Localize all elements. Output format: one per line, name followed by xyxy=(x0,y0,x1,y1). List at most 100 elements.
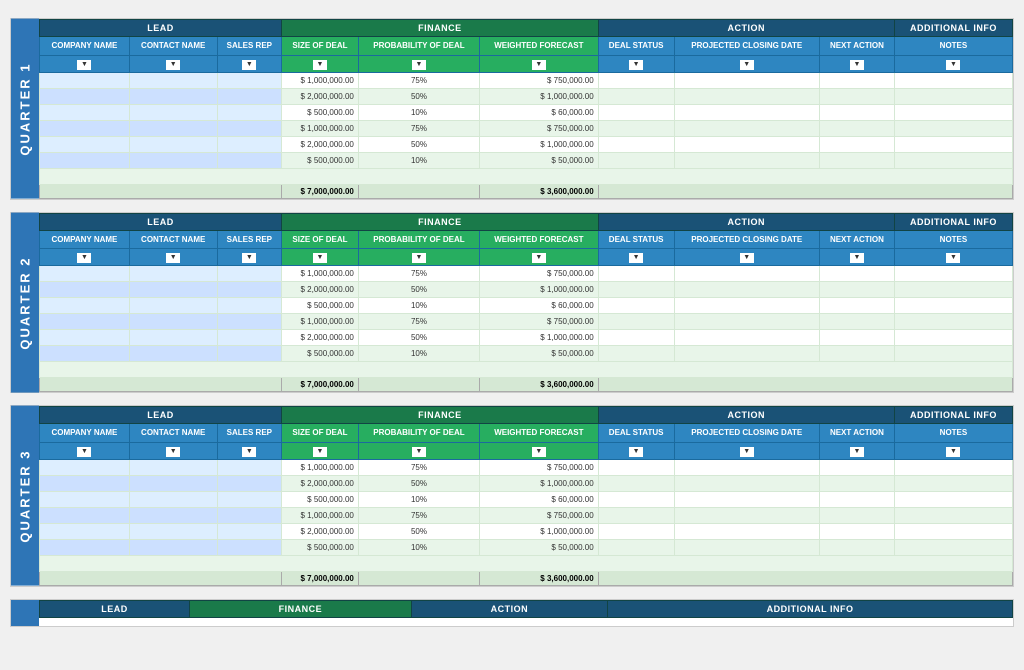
filter-dropdown-col1[interactable]: ▼ xyxy=(166,253,180,263)
sales-rep-cell xyxy=(217,491,281,507)
prob-deal-cell: 10% xyxy=(358,104,479,120)
size-deal-header: SIZE OF DEAL xyxy=(282,424,359,443)
deal-status-cell xyxy=(598,298,674,314)
col-header-row-q3: COMPANY NAME CONTACT NAME SALES REP SIZE… xyxy=(40,424,1013,443)
company-name-cell xyxy=(40,346,130,362)
addinfo-section-header: ADDITIONAL INFO xyxy=(894,213,1012,230)
filter-dropdown-col8[interactable]: ▼ xyxy=(850,447,864,457)
filter-dropdown-col1[interactable]: ▼ xyxy=(166,447,180,457)
projected-closing-cell xyxy=(674,491,819,507)
sales-rep-cell xyxy=(217,120,281,136)
filter-dropdown-col3[interactable]: ▼ xyxy=(313,60,327,70)
size-deal-cell: $ 500,000.00 xyxy=(282,152,359,168)
sales-rep-header: SALES REP xyxy=(217,37,281,56)
data-row-q2-r2: $ 2,000,000.00 50% $ 1,000,000.00 xyxy=(40,282,1013,298)
next-action-cell xyxy=(819,120,894,136)
weighted-cell: $ 750,000.00 xyxy=(480,120,599,136)
filter-dropdown-col9[interactable]: ▼ xyxy=(946,447,960,457)
weighted-cell: $ 750,000.00 xyxy=(480,266,599,282)
contact-name-cell xyxy=(129,346,217,362)
projected-closing-cell xyxy=(674,314,819,330)
next-action-header: NEXT ACTION xyxy=(819,424,894,443)
weighted-cell: $ 750,000.00 xyxy=(480,314,599,330)
contact-name-cell xyxy=(129,104,217,120)
filter-dropdown-col8[interactable]: ▼ xyxy=(850,253,864,263)
filter-dropdown-col7[interactable]: ▼ xyxy=(740,447,754,457)
filter-dropdown-col7[interactable]: ▼ xyxy=(740,253,754,263)
deal-status-cell xyxy=(598,346,674,362)
action-section-header: ACTION xyxy=(598,407,894,424)
projected-closing-cell xyxy=(674,104,819,120)
filter-dropdown-col3[interactable]: ▼ xyxy=(313,447,327,457)
prob-deal-cell: 10% xyxy=(358,539,479,555)
deal-status-cell xyxy=(598,539,674,555)
notes-cell xyxy=(894,120,1012,136)
filter-dropdown-col4[interactable]: ▼ xyxy=(412,60,426,70)
next-action-cell xyxy=(819,539,894,555)
filter-dropdown-col3[interactable]: ▼ xyxy=(313,253,327,263)
notes-cell xyxy=(894,330,1012,346)
filter-dropdown-col6[interactable]: ▼ xyxy=(629,253,643,263)
size-deal-header: SIZE OF DEAL xyxy=(282,230,359,249)
filter-row-q2[interactable]: ▼ ▼ ▼ ▼ ▼ ▼ ▼ ▼ ▼ ▼ xyxy=(40,249,1013,266)
filter-dropdown-col4[interactable]: ▼ xyxy=(412,447,426,457)
lead-section-header: LEAD xyxy=(40,407,282,424)
quarter-3-block: QUARTER 3 LEAD FINANCE ACTION ADDITIONAL… xyxy=(10,405,1014,587)
section-header-row-q3: LEAD FINANCE ACTION ADDITIONAL INFO xyxy=(40,407,1013,424)
deal-status-cell xyxy=(598,104,674,120)
filter-dropdown-col6[interactable]: ▼ xyxy=(629,447,643,457)
weighted-cell: $ 750,000.00 xyxy=(480,459,599,475)
action-section-header: ACTION xyxy=(598,20,894,37)
filter-dropdown-col4[interactable]: ▼ xyxy=(412,253,426,263)
next-action-cell xyxy=(819,88,894,104)
filter-dropdown-col2[interactable]: ▼ xyxy=(242,253,256,263)
contact-name-cell xyxy=(129,88,217,104)
projected-closing-cell xyxy=(674,282,819,298)
filter-dropdown-col9[interactable]: ▼ xyxy=(946,253,960,263)
filter-dropdown-col8[interactable]: ▼ xyxy=(850,60,864,70)
deal-status-cell xyxy=(598,152,674,168)
col-header-row-q1: COMPANY NAME CONTACT NAME SALES REP SIZE… xyxy=(40,37,1013,56)
filter-dropdown-col1[interactable]: ▼ xyxy=(166,60,180,70)
filter-dropdown-col0[interactable]: ▼ xyxy=(77,253,91,263)
next-action-cell xyxy=(819,523,894,539)
company-name-cell xyxy=(40,507,130,523)
weighted-cell: $ 50,000.00 xyxy=(480,346,599,362)
projected-closing-header: PROJECTED CLOSING DATE xyxy=(674,37,819,56)
filter-dropdown-col0[interactable]: ▼ xyxy=(77,447,91,457)
next-action-cell xyxy=(819,136,894,152)
prob-deal-cell: 50% xyxy=(358,523,479,539)
filter-dropdown-col0[interactable]: ▼ xyxy=(77,60,91,70)
filter-row-q1[interactable]: ▼ ▼ ▼ ▼ ▼ ▼ ▼ ▼ ▼ ▼ xyxy=(40,55,1013,72)
notes-cell xyxy=(894,507,1012,523)
data-row-q3-r3: $ 500,000.00 10% $ 60,000.00 xyxy=(40,491,1013,507)
contact-name-cell xyxy=(129,507,217,523)
empty-row-q3 xyxy=(40,555,1013,571)
lead-section-header: LEAD xyxy=(40,20,282,37)
filter-dropdown-col2[interactable]: ▼ xyxy=(242,60,256,70)
weighted-cell: $ 60,000.00 xyxy=(480,491,599,507)
filter-dropdown-col5[interactable]: ▼ xyxy=(532,447,546,457)
sales-rep-header: SALES REP xyxy=(217,230,281,249)
filter-dropdown-col2[interactable]: ▼ xyxy=(242,447,256,457)
next-action-cell xyxy=(819,282,894,298)
total-weighted: $ 3,600,000.00 xyxy=(480,184,599,198)
projected-closing-cell xyxy=(674,459,819,475)
contact-name-header: CONTACT NAME xyxy=(129,424,217,443)
filter-dropdown-col7[interactable]: ▼ xyxy=(740,60,754,70)
company-name-cell xyxy=(40,136,130,152)
filter-dropdown-col5[interactable]: ▼ xyxy=(532,60,546,70)
section-header-row-q1: LEAD FINANCE ACTION ADDITIONAL INFO xyxy=(40,20,1013,37)
company-name-header: COMPANY NAME xyxy=(40,37,130,56)
empty-row-q1 xyxy=(40,168,1013,184)
filter-row-q3[interactable]: ▼ ▼ ▼ ▼ ▼ ▼ ▼ ▼ ▼ ▼ xyxy=(40,442,1013,459)
deal-status-cell xyxy=(598,507,674,523)
next-action-cell xyxy=(819,459,894,475)
prob-deal-header: PROBABILITY OF DEAL xyxy=(358,424,479,443)
filter-dropdown-col5[interactable]: ▼ xyxy=(532,253,546,263)
size-deal-cell: $ 1,000,000.00 xyxy=(282,72,359,88)
size-deal-cell: $ 500,000.00 xyxy=(282,539,359,555)
total-prob-empty xyxy=(358,571,479,585)
filter-dropdown-col9[interactable]: ▼ xyxy=(946,60,960,70)
filter-dropdown-col6[interactable]: ▼ xyxy=(629,60,643,70)
